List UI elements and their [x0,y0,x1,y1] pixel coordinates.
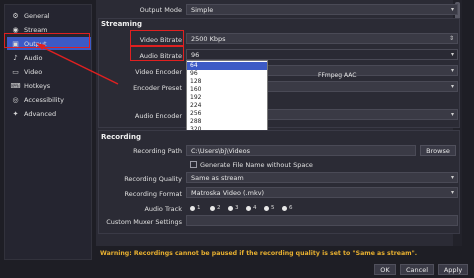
ok-button[interactable]: OK [374,264,396,275]
annotation-arrow [36,43,119,85]
cancel-button[interactable]: Cancel [400,264,434,275]
apply-button[interactable]: Apply [438,264,468,275]
dialog-footer: OK Cancel Apply [0,262,474,278]
